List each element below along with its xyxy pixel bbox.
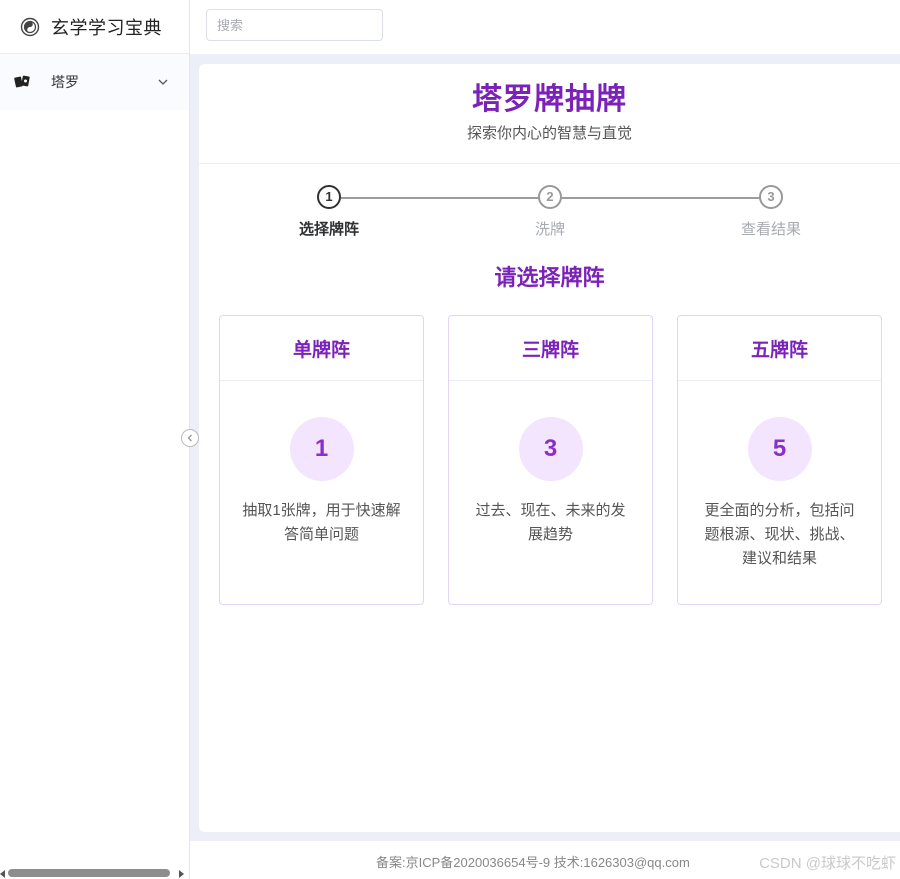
sidebar-item-label: 塔罗 — [51, 74, 79, 90]
step-view-result: 3 查看结果 — [711, 184, 831, 239]
step-label: 洗牌 — [534, 221, 565, 238]
step-number: 1 — [317, 185, 341, 209]
step-select-spread: 1 选择牌阵 — [269, 184, 389, 239]
horizontal-scrollbar[interactable] — [0, 868, 190, 879]
spread-title: 三牌阵 — [449, 316, 652, 381]
watermark: CSDN @球球不吃虾 — [759, 855, 896, 872]
scroll-right-icon[interactable] — [179, 870, 184, 878]
chevron-down-icon — [157, 76, 169, 88]
app-title: 玄学学习宝典 — [51, 17, 162, 38]
spread-option-three[interactable]: 三牌阵 3 过去、现在、未来的发展趋势 — [448, 315, 653, 605]
step-label: 查看结果 — [740, 221, 801, 238]
spread-card-count: 5 — [747, 417, 812, 481]
spread-option-five[interactable]: 五牌阵 5 更全面的分析，包括问题根源、现状、挑战、建议和结果 — [677, 315, 882, 605]
topbar — [190, 0, 900, 54]
step-number: 2 — [538, 185, 562, 209]
sidebar-item-tarot[interactable]: 塔罗 — [0, 54, 189, 110]
step-label: 选择牌阵 — [298, 221, 359, 238]
brand[interactable]: 玄学学习宝典 — [0, 0, 189, 54]
spread-description: 抽取1张牌，用于快速解答简单问题 — [242, 502, 401, 543]
collapse-sidebar-button[interactable] — [181, 429, 199, 447]
page-subtitle: 探索你内心的智慧与直觉 — [466, 125, 632, 142]
spread-card-count: 1 — [289, 417, 354, 481]
tarot-cards-icon — [14, 73, 32, 91]
page-header: 塔罗牌抽牌 探索你内心的智慧与直觉 — [199, 64, 900, 164]
spread-title: 单牌阵 — [220, 316, 423, 381]
spread-description: 过去、现在、未来的发展趋势 — [475, 502, 626, 543]
page-title: 塔罗牌抽牌 — [472, 83, 627, 116]
spread-card-count: 3 — [518, 417, 583, 481]
spread-option-single[interactable]: 单牌阵 1 抽取1张牌，用于快速解答简单问题 — [219, 315, 424, 605]
step-shuffle: 2 洗牌 — [490, 184, 610, 239]
search-input[interactable] — [206, 9, 383, 41]
step-number: 3 — [759, 185, 783, 209]
spread-title: 五牌阵 — [678, 316, 881, 381]
chevron-left-icon — [187, 434, 192, 442]
tarot-card-panel: 塔罗牌抽牌 探索你内心的智慧与直觉 1 选择牌阵 2 洗牌 3 查看结果 请选择… — [199, 64, 900, 832]
scroll-left-icon[interactable] — [0, 870, 5, 878]
steps-progress: 1 选择牌阵 2 洗牌 3 查看结果 — [199, 184, 900, 244]
spread-description: 更全面的分析，包括问题根源、现状、挑战、建议和结果 — [704, 502, 855, 567]
sidebar: 玄学学习宝典 塔罗 — [0, 0, 190, 879]
footer-icp-text: 备案:京ICP备2020036654号-9 技术:1626303@qq.com — [376, 855, 690, 870]
footer: 备案:京ICP备2020036654号-9 技术:1626303@qq.com … — [190, 841, 900, 879]
section-title: 请选择牌阵 — [494, 265, 605, 290]
scrollbar-thumb[interactable] — [8, 869, 170, 877]
yin-yang-logo-icon — [20, 17, 40, 37]
